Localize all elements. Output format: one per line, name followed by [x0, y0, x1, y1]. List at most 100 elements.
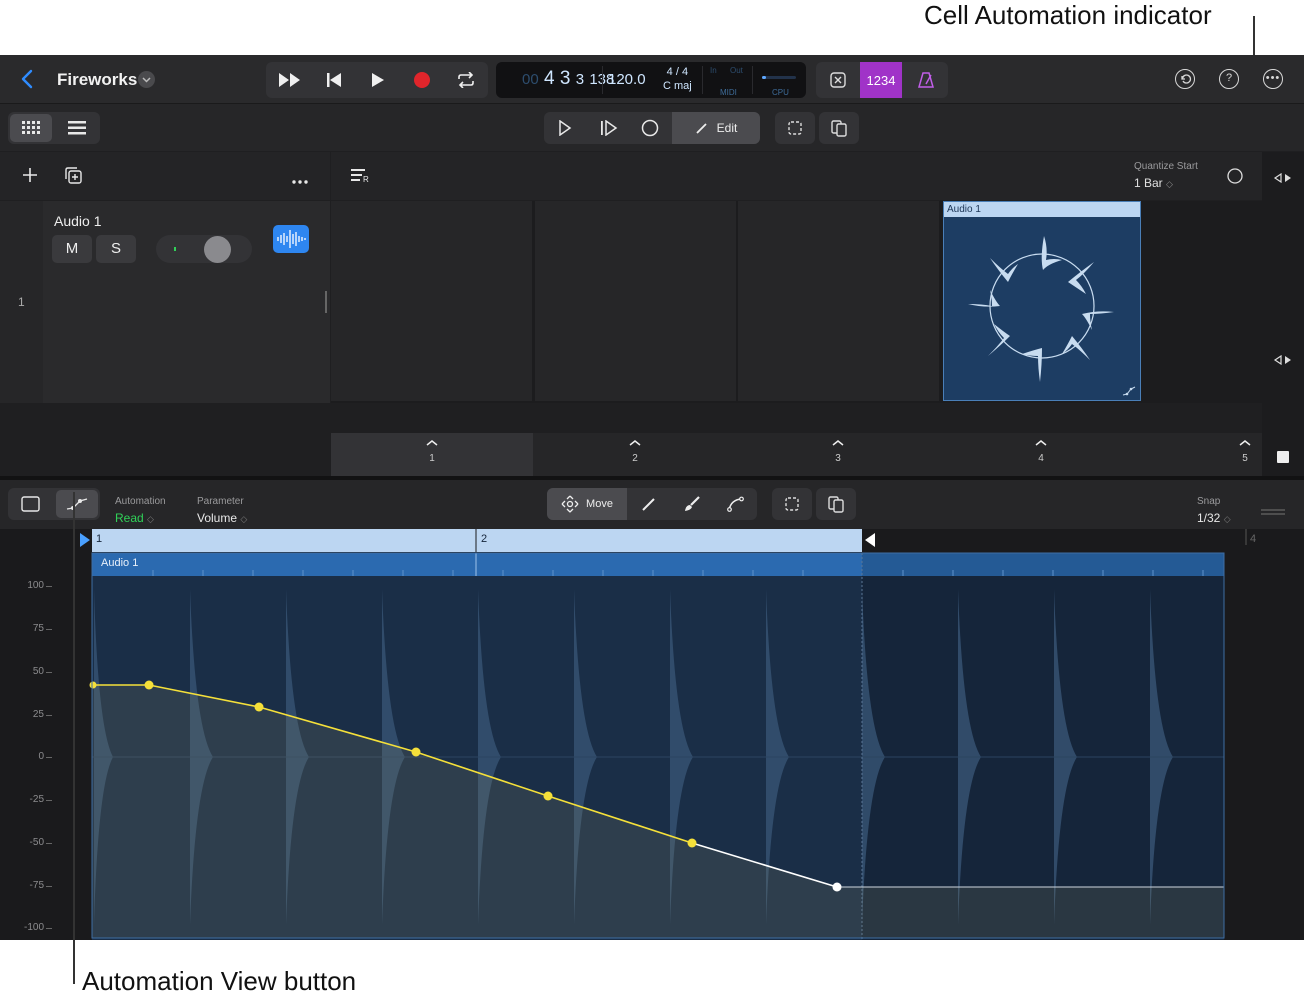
- lcd-tempo: 120.0: [608, 71, 646, 88]
- lcd-midi-label: MIDI: [720, 88, 737, 97]
- empty-cell[interactable]: [535, 201, 736, 401]
- stop-all-button[interactable]: [1277, 451, 1289, 463]
- logic-app-window: Fireworks 00 4 3 3 120.0 4 / 4 C maj In …: [0, 55, 1304, 940]
- callout-automation-view: Automation View button: [82, 966, 357, 996]
- view-switcher: [8, 112, 100, 144]
- queue-circle-icon[interactable]: [1226, 167, 1244, 190]
- live-loops-controls: Edit: [544, 112, 760, 144]
- cpu-meter: [762, 76, 796, 79]
- quantize-start-label: Quantize Start: [1134, 161, 1198, 172]
- help-icon[interactable]: ?: [1219, 69, 1239, 89]
- cycle-button[interactable]: [444, 62, 488, 98]
- y-tick-label: -25: [29, 794, 44, 805]
- edit-mode-button[interactable]: Edit: [672, 112, 760, 144]
- automation-editor[interactable]: 100 75 50 25 0 -25 -50 -75 -100 1 2 4 Au…: [0, 529, 1304, 940]
- lcd-position: 00 4 3 3 138: [522, 68, 614, 89]
- track-number: 1: [0, 201, 43, 403]
- audio-cell[interactable]: Audio 1: [943, 201, 1141, 401]
- region-view-icon[interactable]: [21, 496, 40, 517]
- transport-controls: [266, 62, 488, 98]
- y-tick-label: 100: [27, 580, 44, 591]
- automation-mode-value[interactable]: Read ◇: [115, 511, 154, 525]
- play-button[interactable]: [356, 62, 400, 98]
- back-chevron-icon[interactable]: [18, 67, 38, 91]
- count-in-button[interactable]: 1234: [860, 62, 902, 98]
- track-volume-slider[interactable]: [156, 235, 252, 263]
- copy-cell-icon[interactable]: [775, 112, 815, 144]
- y-tick-label: -50: [29, 837, 44, 848]
- curve-tool-icon[interactable]: [727, 496, 745, 517]
- quantize-start-value[interactable]: 1 Bar ◇: [1134, 176, 1173, 190]
- y-tick-label: 75: [32, 623, 44, 634]
- empty-cell[interactable]: [331, 201, 532, 401]
- editor-toolbar: Automation Read ◇ Parameter Volume ◇ Mov…: [0, 480, 1304, 529]
- paste-cell-icon[interactable]: [819, 112, 859, 144]
- y-tick-label: 0: [38, 751, 44, 762]
- automation-tools: Move: [547, 488, 757, 520]
- paste-automation-icon[interactable]: [816, 488, 856, 520]
- play-cell-icon[interactable]: [558, 119, 572, 141]
- track-row[interactable]: 1 Audio 1 M S: [0, 201, 330, 403]
- parameter-label: Parameter: [197, 496, 244, 507]
- go-to-beginning-button[interactable]: [312, 62, 356, 98]
- cell-name: Audio 1: [944, 202, 1140, 217]
- automation-view-button[interactable]: [66, 496, 88, 517]
- stop-circle-icon[interactable]: [641, 119, 659, 142]
- solo-button[interactable]: S: [96, 235, 136, 263]
- view-bar: Edit: [0, 103, 1304, 151]
- scene-trigger[interactable]: 2: [534, 433, 736, 476]
- mute-button[interactable]: M: [52, 235, 92, 263]
- y-tick-label: -75: [29, 880, 44, 891]
- ruler-bar-2: 2: [481, 533, 488, 545]
- audio-waveform-icon[interactable]: [273, 225, 309, 253]
- project-title[interactable]: Fireworks: [57, 70, 137, 90]
- add-track-icon[interactable]: [22, 167, 38, 188]
- control-bar: Fireworks 00 4 3 3 120.0 4 / 4 C maj In …: [0, 55, 1304, 103]
- duplicate-track-icon[interactable]: [64, 166, 83, 190]
- region-name: Audio 1: [101, 557, 139, 569]
- editor-view-switcher: [8, 488, 100, 520]
- fast-forward-button[interactable]: [268, 62, 312, 98]
- automation-canvas[interactable]: [53, 529, 1304, 940]
- scene-trigger-row: 1 2 3 4 5: [331, 433, 1262, 476]
- cell-waveform-graphic: [968, 236, 1114, 382]
- scene-trigger[interactable]: 3: [737, 433, 939, 476]
- track-trigger-arrows-icon[interactable]: [1273, 352, 1293, 370]
- chevron-down-icon[interactable]: [138, 71, 155, 88]
- record-button[interactable]: [400, 62, 444, 98]
- undo-history-icon[interactable]: [1175, 69, 1195, 89]
- lcd-signature-key: 4 / 4 C maj: [663, 66, 692, 92]
- callout-cell-automation: Cell Automation indicator: [924, 0, 1212, 30]
- cell-inspector-icon[interactable]: R: [351, 169, 371, 188]
- track-header-bar: [0, 152, 330, 200]
- more-options-icon[interactable]: •••: [1263, 69, 1283, 89]
- lcd-display[interactable]: 00 4 3 3 138 120.0 4 / 4 C maj In Out MI…: [496, 62, 806, 98]
- cell-grid: Audio 1: [331, 201, 1262, 403]
- parameter-value[interactable]: Volume ◇: [197, 511, 247, 525]
- automation-value-axis: 100 75 50 25 0 -25 -50 -75 -100: [0, 529, 53, 940]
- track-name[interactable]: Audio 1: [54, 213, 101, 229]
- brush-tool-icon[interactable]: [683, 496, 701, 517]
- lcd-cpu-label: CPU: [772, 88, 789, 97]
- tracks-view-icon[interactable]: [68, 121, 86, 140]
- mode-controls: 1234: [816, 62, 948, 98]
- live-loops-grid-icon[interactable]: [22, 121, 40, 140]
- snap-value[interactable]: 1/32 ◇: [1197, 511, 1231, 525]
- move-tool-button[interactable]: Move: [547, 488, 627, 520]
- pencil-tool-icon[interactable]: [641, 496, 657, 517]
- metronome-icon[interactable]: [904, 62, 948, 98]
- track-resize-handle[interactable]: [325, 291, 327, 313]
- empty-cell[interactable]: [738, 201, 939, 401]
- copy-automation-icon[interactable]: [772, 488, 812, 520]
- editor-handle-icon[interactable]: [1260, 502, 1286, 520]
- automation-mode-label: Automation: [115, 496, 166, 507]
- expand-arrows-icon[interactable]: [1273, 170, 1293, 188]
- scene-trigger[interactable]: 4: [940, 433, 1142, 476]
- scene-trigger[interactable]: 1: [331, 433, 533, 476]
- mute-automation-icon[interactable]: [816, 62, 860, 98]
- move-label: Move: [586, 498, 613, 510]
- play-from-start-icon[interactable]: [600, 119, 618, 141]
- svg-text:R: R: [363, 175, 369, 183]
- ruler-bar-4: 4: [1250, 533, 1257, 545]
- track-more-icon[interactable]: [291, 172, 309, 190]
